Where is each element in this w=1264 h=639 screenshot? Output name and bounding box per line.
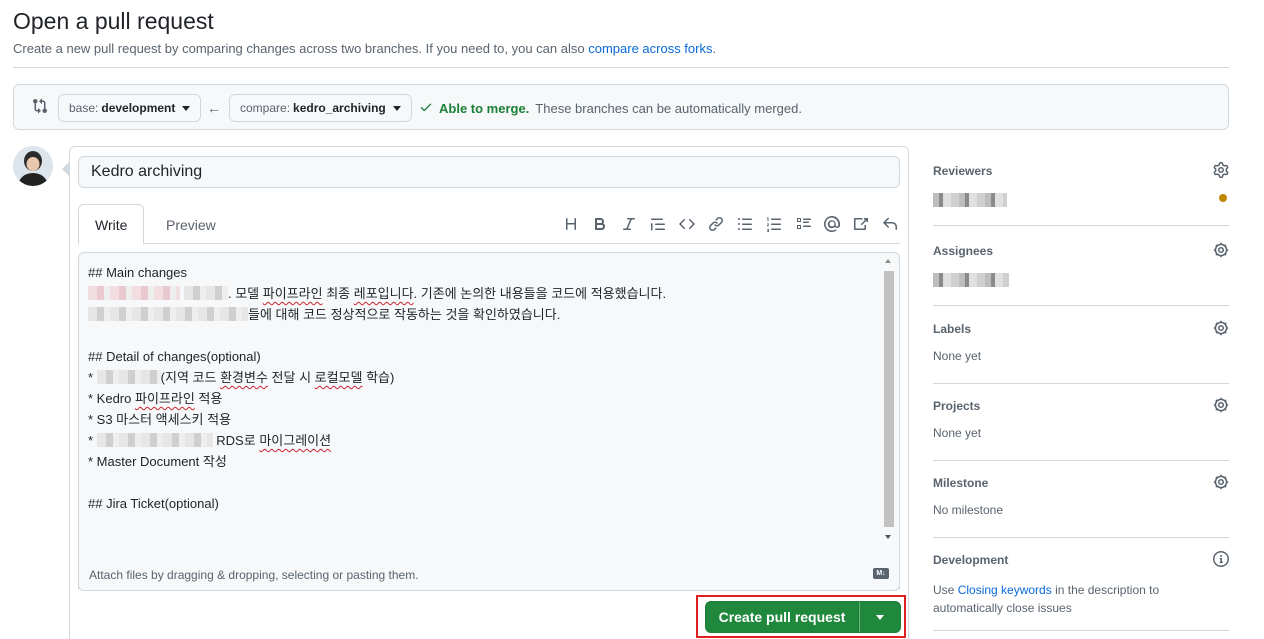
link-icon[interactable]: [705, 214, 726, 234]
compare-branch-name: kedro_archiving: [293, 101, 386, 115]
check-icon: [419, 100, 433, 117]
pr-body-text: ## Main changes . 모델 파이프라인 최종 레포입니다. 기존에 …: [88, 262, 883, 514]
mention-icon[interactable]: [821, 214, 842, 234]
labels-value: None yet: [933, 349, 982, 363]
pr-title-input[interactable]: [78, 156, 900, 188]
compare-label: compare:: [240, 101, 291, 115]
page-subtitle: Create a new pull request by comparing c…: [13, 41, 716, 56]
body-line: [88, 472, 883, 493]
task-list-icon[interactable]: [792, 214, 813, 234]
unordered-list-icon[interactable]: [734, 214, 755, 234]
body-line: ## Jira Ticket(optional): [88, 496, 219, 511]
markdown-toolbar: [560, 214, 900, 234]
compare-branch-select[interactable]: compare: kedro_archiving: [229, 94, 412, 122]
compare-across-forks-link[interactable]: compare across forks: [588, 41, 712, 56]
heading-icon[interactable]: [560, 214, 581, 234]
italic-icon[interactable]: [618, 214, 639, 234]
tab-write[interactable]: Write: [78, 204, 145, 245]
sidebar-projects[interactable]: Projects None yet: [933, 397, 1229, 461]
create-pr-dropdown-button[interactable]: [859, 601, 901, 633]
bold-icon[interactable]: [589, 214, 610, 234]
pending-review-dot-icon: [1219, 194, 1227, 202]
quote-icon[interactable]: [647, 214, 668, 234]
tab-preview[interactable]: Preview: [150, 204, 232, 245]
redacted-text: [88, 307, 248, 321]
scrollbar[interactable]: [883, 255, 897, 545]
body-line: 들에 대해 코드 정상적으로 작동하는 것을 확인하였습니다.: [88, 304, 883, 325]
redacted-text: [184, 286, 228, 300]
reviewers-heading: Reviewers: [933, 164, 993, 178]
development-heading: Development: [933, 553, 1009, 567]
sidebar-labels[interactable]: Labels None yet: [933, 320, 1229, 384]
ordered-list-icon[interactable]: [763, 214, 784, 234]
chevron-down-icon: [182, 105, 191, 111]
page-title: Open a pull request: [13, 8, 214, 34]
scroll-down-arrow-icon[interactable]: [885, 535, 891, 539]
branch-compare-bar: base: development ← compare: kedro_archi…: [13, 84, 1229, 130]
undo-icon[interactable]: [879, 214, 900, 234]
redacted-text: [88, 286, 180, 300]
redacted-text: [96, 433, 213, 447]
gear-icon[interactable]: [1213, 474, 1229, 490]
assignee-avatar: [933, 273, 1009, 287]
gear-icon[interactable]: [1213, 242, 1229, 258]
projects-value: None yet: [933, 426, 982, 440]
pr-body-textarea[interactable]: ## Main changes . 모델 파이프라인 최종 레포입니다. 기존에 …: [78, 252, 900, 589]
body-line: * RDS로 마이그레이션: [88, 433, 332, 448]
pull-request-form: Write Preview ## Main changes . 모델 파이프라인 …: [62, 146, 909, 639]
labels-heading: Labels: [933, 322, 972, 336]
body-line: ## Main changes: [88, 265, 188, 280]
code-icon[interactable]: [676, 214, 697, 234]
development-text: Use Closing keywords in the description …: [933, 583, 1160, 615]
redacted-text: [96, 370, 161, 384]
create-pull-request-button[interactable]: Create pull request: [705, 601, 859, 633]
merge-detail-text: These branches can be automatically merg…: [535, 101, 802, 116]
subtitle-text: Create a new pull request by comparing c…: [13, 41, 589, 56]
milestone-heading: Milestone: [933, 476, 989, 490]
base-branch-name: development: [101, 101, 176, 115]
reviewer-avatar: [933, 193, 1007, 207]
chevron-down-icon: [876, 614, 884, 620]
sidebar-milestone[interactable]: Milestone No milestone: [933, 474, 1229, 538]
info-icon[interactable]: [1213, 551, 1229, 567]
editor-tabs: Write Preview: [78, 204, 900, 245]
closing-keywords-link[interactable]: Closing keywords: [958, 583, 1052, 597]
body-line: . 모델 파이프라인 최종 레포입니다. 기존에 논의한 내용들을 코드에 적용…: [88, 283, 883, 304]
scroll-thumb[interactable]: [884, 271, 894, 527]
projects-heading: Projects: [933, 399, 981, 413]
merge-status: Able to merge. These branches can be aut…: [419, 100, 802, 117]
arrow-left-icon: ←: [207, 100, 221, 116]
markdown-icon[interactable]: M↓: [873, 568, 889, 579]
subtitle-suffix: .: [712, 41, 717, 56]
header-divider: [13, 67, 1229, 68]
git-compare-icon: [32, 98, 48, 114]
sidebar-development: Development Use Closing keywords in the …: [933, 551, 1229, 631]
chevron-down-icon: [392, 105, 401, 111]
reference-icon[interactable]: [850, 214, 871, 234]
body-line: * Master Document 작성: [88, 454, 227, 469]
sidebar-assignees[interactable]: Assignees: [933, 242, 1229, 306]
avatar: [13, 146, 53, 186]
body-line: * S3 마스터 액세스키 적용: [88, 412, 232, 427]
gear-icon[interactable]: [1213, 320, 1229, 336]
body-line: ## Detail of changes(optional): [88, 349, 261, 364]
base-label: base:: [69, 101, 99, 115]
attach-files-bar[interactable]: Attach files by dragging & dropping, sel…: [78, 559, 900, 591]
gear-icon[interactable]: [1213, 397, 1229, 413]
assignees-heading: Assignees: [933, 244, 994, 258]
sidebar-reviewers[interactable]: Reviewers: [933, 162, 1229, 226]
body-line: [88, 325, 883, 346]
gear-icon[interactable]: [1213, 162, 1229, 178]
base-branch-select[interactable]: base: development: [58, 94, 202, 122]
body-line: * Kedro 파이프라인 적용: [88, 391, 223, 406]
merge-ok-text: Able to merge.: [439, 101, 530, 116]
scroll-up-arrow-icon[interactable]: [885, 259, 891, 263]
milestone-value: No milestone: [933, 503, 1004, 517]
create-pr-highlight: Create pull request: [696, 595, 906, 638]
attach-files-text: Attach files by dragging & dropping, sel…: [89, 567, 419, 582]
body-line: * (지역 코드 환경변수 전달 시 로컬모델 학습): [88, 370, 395, 385]
